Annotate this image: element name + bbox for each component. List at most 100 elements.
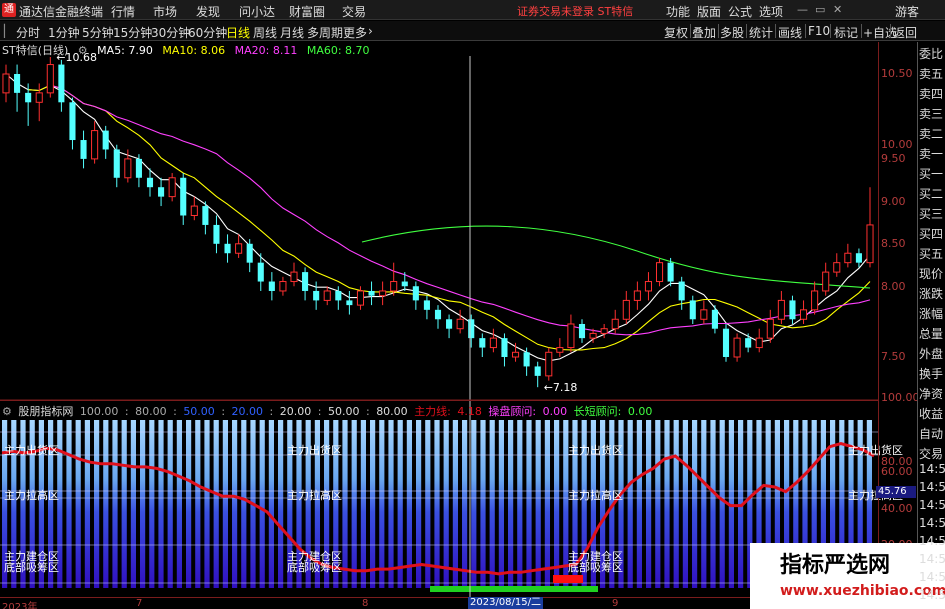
candle-body xyxy=(113,149,120,178)
side-panel-item[interactable]: 买五 xyxy=(919,245,943,262)
side-panel-item[interactable]: 买三 xyxy=(919,205,943,222)
date-tick: 2023年 xyxy=(2,602,38,609)
param-sep: : xyxy=(221,405,226,418)
side-panel-item[interactable]: 14:56 xyxy=(919,498,945,512)
side-panel-item[interactable]: 卖二 xyxy=(919,125,943,142)
user-guest[interactable]: 游客 xyxy=(895,3,919,20)
side-panel-item[interactable]: 涨幅 xyxy=(919,305,943,322)
price-tick: 8.00 xyxy=(881,280,906,293)
back-button[interactable]: 返回 xyxy=(893,24,917,41)
date-tick: 9 xyxy=(612,598,619,609)
osc-bar xyxy=(471,420,477,588)
side-panel-item[interactable]: 委比 xyxy=(919,45,943,62)
side-panel-item[interactable]: 收益 xyxy=(919,405,943,422)
date-tick: 7 xyxy=(136,598,143,609)
osc-bar xyxy=(416,420,422,588)
candle-body xyxy=(313,290,320,301)
side-panel-item[interactable]: 外盘 xyxy=(919,345,943,362)
candle-body xyxy=(811,290,819,311)
candle-body xyxy=(611,318,619,330)
osc-bar xyxy=(268,420,274,588)
osc-bar xyxy=(719,420,725,588)
osc-tick: 100.00 xyxy=(881,391,920,404)
side-panel-item[interactable]: 14:56 xyxy=(919,588,945,602)
candle-body xyxy=(91,130,99,160)
candle-body xyxy=(711,309,718,329)
osc-bar xyxy=(673,420,679,588)
candle-body xyxy=(678,281,685,301)
side-panel-item[interactable]: 卖一 xyxy=(919,145,943,162)
side-panel-item[interactable]: 涨跌 xyxy=(919,285,943,302)
side-panel-item[interactable]: 14:56 xyxy=(919,534,945,548)
side-panel-item[interactable]: 14:56 xyxy=(919,462,945,476)
candle-body xyxy=(423,300,430,310)
candle-body xyxy=(545,351,553,377)
osc-bar xyxy=(388,420,394,588)
param-sep: : xyxy=(317,405,322,418)
settings-gear-icon[interactable]: ⚙ xyxy=(2,405,12,418)
long-value: 0.00 xyxy=(627,405,653,418)
candle-body xyxy=(146,177,154,188)
side-panel-item[interactable]: 14:56 xyxy=(919,570,945,584)
osc-bar xyxy=(480,420,486,588)
price-tick: 7.50 xyxy=(881,350,906,363)
side-panel-item[interactable]: 换手 xyxy=(919,365,943,382)
osc-bar xyxy=(682,420,688,588)
candle-body xyxy=(489,337,497,349)
side-panel-item[interactable]: 总量 xyxy=(919,325,943,342)
osc-bar xyxy=(544,420,550,588)
low-price-label: ←7.18 xyxy=(544,381,578,394)
osc-bar xyxy=(121,420,127,588)
candle-body xyxy=(844,252,852,264)
osc-bar xyxy=(140,420,146,588)
osc-bar xyxy=(526,420,532,588)
candle-body xyxy=(279,281,287,292)
side-panel-item[interactable]: 14:56 xyxy=(919,480,945,494)
osc-bar xyxy=(351,420,357,588)
zone-label-bottom: 底部吸筹区 xyxy=(4,561,59,574)
param-2: 80.00 xyxy=(135,405,167,418)
osc-bar xyxy=(554,420,560,588)
candle-body xyxy=(600,328,608,334)
zone-label-sell: 主力出货区 xyxy=(568,444,623,457)
candle-body xyxy=(556,347,564,353)
candle-body xyxy=(14,74,21,93)
indicator-name[interactable]: 股朋指标网 xyxy=(18,405,73,418)
side-panel-item[interactable]: 自动 xyxy=(919,425,943,442)
osc-bar xyxy=(636,420,642,588)
param-7: 80.00 xyxy=(376,405,408,418)
param-5: 20.00 xyxy=(279,405,312,418)
zone-label-sell: 主力出货区 xyxy=(4,444,59,457)
side-panel-item[interactable]: 净资 xyxy=(919,385,943,402)
side-panel-item[interactable]: 14:56 xyxy=(919,516,945,530)
side-panel-item[interactable]: 买四 xyxy=(919,225,943,242)
side-panel-item[interactable]: 卖五 xyxy=(919,65,943,82)
side-panel-item[interactable]: 买一 xyxy=(919,165,943,182)
side-panel-item[interactable]: 14:56 xyxy=(919,552,945,566)
candle-body xyxy=(511,351,520,358)
zone-label-pump: 主力拉高区 xyxy=(287,489,342,502)
candle-body xyxy=(379,290,387,297)
side-panel-item[interactable]: 卖四 xyxy=(919,85,943,102)
candle-body xyxy=(777,299,785,320)
candle-body xyxy=(390,281,398,292)
candle-body xyxy=(434,309,442,320)
candle-body xyxy=(202,206,209,225)
candle-body xyxy=(412,286,419,301)
osc-bar xyxy=(397,420,403,588)
panel-divider xyxy=(0,400,878,401)
osc-bar xyxy=(692,420,698,588)
osc-bar xyxy=(535,420,541,588)
osc-bar xyxy=(360,420,366,588)
candle-body xyxy=(745,338,752,348)
osc-bar xyxy=(342,420,348,588)
side-panel-item[interactable]: 买二 xyxy=(919,185,943,202)
candle-body xyxy=(246,243,253,263)
osc-bar xyxy=(646,420,652,588)
kline-chart[interactable]: ←10.68 ←7.18 xyxy=(0,0,878,597)
side-panel-item[interactable]: 交易 xyxy=(919,445,943,462)
osc-bar xyxy=(94,420,100,588)
osc-bar xyxy=(425,420,431,588)
side-panel-item[interactable]: 现价 xyxy=(919,265,943,282)
side-panel-item[interactable]: 卖三 xyxy=(919,105,943,122)
